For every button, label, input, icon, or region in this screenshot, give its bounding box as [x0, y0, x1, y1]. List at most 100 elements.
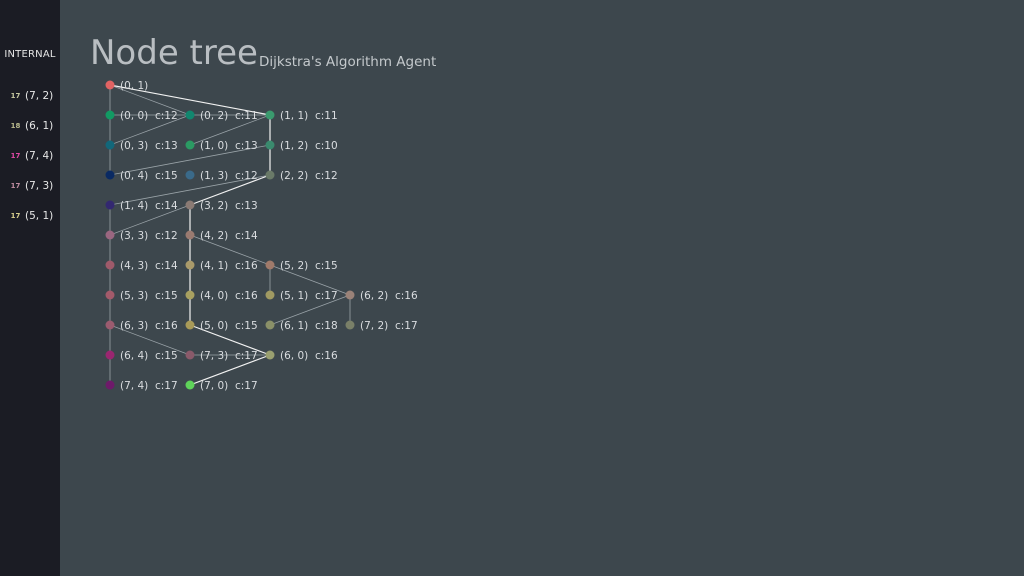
tree-node[interactable]: (6, 2) c:16 [345, 290, 418, 302]
node-label: (7, 2) [360, 320, 388, 332]
node-dot [265, 290, 275, 300]
sidebar-item-4[interactable]: 17 (5, 1) [10, 208, 54, 224]
node-dot [105, 260, 115, 270]
tree-node[interactable]: (0, 0) c:12 [105, 110, 178, 122]
tree-node[interactable]: (0, 4) c:15 [105, 170, 178, 182]
agent-icon: 17 [10, 152, 21, 160]
node-label: (1, 0) [200, 140, 228, 152]
node-cost: c:17 [395, 320, 418, 332]
node-dot [265, 110, 275, 120]
node-label: (0, 3) [120, 140, 148, 152]
tree-node[interactable]: (0, 2) c:11 [185, 110, 258, 122]
tree-node[interactable]: (4, 0) c:16 [185, 290, 258, 302]
tree-node[interactable]: (4, 1) c:16 [185, 260, 258, 272]
tree-node[interactable]: (0, 3) c:13 [105, 140, 178, 152]
tree-node[interactable]: (0, 1) [105, 80, 149, 92]
node-label: (4, 0) [200, 290, 228, 302]
tree-node[interactable]: (1, 4) c:14 [105, 200, 178, 212]
node-label: (6, 2) [360, 290, 388, 302]
sidebar-item-3[interactable]: 17 (7, 3) [10, 178, 54, 194]
node-label: (5, 0) [200, 320, 228, 332]
tree-node[interactable]: (6, 4) c:15 [105, 350, 178, 362]
tree-node[interactable]: (4, 3) c:14 [105, 260, 178, 272]
tree-node[interactable]: (1, 3) c:12 [185, 170, 258, 182]
node-cost: c:16 [155, 320, 178, 332]
sidebar-item-0[interactable]: 17 (7, 2) [10, 88, 54, 104]
sidebar-item-1[interactable]: 18 (6, 1) [10, 118, 54, 134]
node-cost: c:17 [235, 380, 258, 392]
node-dot [105, 230, 115, 240]
tree-node[interactable]: (7, 3) c:17 [185, 350, 258, 362]
node-dot [185, 380, 195, 390]
node-label: (7, 3) [200, 350, 228, 362]
node-label: (0, 1) [120, 80, 148, 92]
tree-node[interactable]: (5, 0) c:15 [185, 320, 258, 332]
agent-icon: 18 [10, 122, 21, 130]
node-cost: c:16 [235, 290, 258, 302]
node-cost: c:12 [155, 230, 178, 242]
node-dot [185, 290, 195, 300]
node-dot [105, 170, 115, 180]
tree-node[interactable]: (1, 0) c:13 [185, 140, 258, 152]
sidebar-item-label: (5, 1) [25, 210, 54, 222]
tree-node[interactable]: (3, 2) c:13 [185, 200, 258, 212]
node-cost: c:14 [235, 230, 258, 242]
sidebar-item-2[interactable]: 17 (7, 4) [10, 148, 54, 164]
node-cost: c:13 [235, 140, 258, 152]
node-dot [185, 200, 195, 210]
tree-node[interactable]: (1, 1) c:11 [265, 110, 338, 122]
node-label: (0, 0) [120, 110, 148, 122]
node-cost: c:16 [235, 260, 258, 272]
tree-node[interactable]: (4, 2) c:14 [185, 230, 258, 242]
tree-node[interactable]: (7, 2) c:17 [345, 320, 418, 332]
node-label: (5, 3) [120, 290, 148, 302]
tree-node[interactable]: (3, 3) c:12 [105, 230, 178, 242]
node-cost: c:15 [155, 170, 178, 182]
node-label: (2, 2) [280, 170, 308, 182]
node-cost: c:14 [155, 200, 178, 212]
node-dot [265, 320, 275, 330]
node-label: (1, 1) [280, 110, 308, 122]
node-cost: c:15 [235, 320, 258, 332]
sidebar: INTERNAL 17 (7, 2) 18 (6, 1) 17 (7, 4) 17 (7, 3… [0, 0, 60, 576]
tree-node[interactable]: (5, 3) c:15 [105, 290, 178, 302]
node-cost: c:18 [315, 320, 338, 332]
node-dot [105, 320, 115, 330]
node-cost: c:13 [235, 200, 258, 212]
node-label: (4, 2) [200, 230, 228, 242]
node-dot [105, 380, 115, 390]
node-dot [345, 290, 355, 300]
node-dot [185, 170, 195, 180]
node-cost: c:12 [315, 170, 338, 182]
sidebar-item-label: (7, 3) [25, 180, 54, 192]
node-dot [185, 110, 195, 120]
node-cost: c:11 [235, 110, 258, 122]
node-dot [105, 140, 115, 150]
node-dot [105, 350, 115, 360]
sidebar-title: INTERNAL [4, 49, 56, 60]
agent-icon: 17 [10, 212, 21, 220]
node-label: (5, 2) [280, 260, 308, 272]
node-dot [105, 80, 115, 90]
tree-node[interactable]: (5, 1) c:17 [265, 290, 338, 302]
node-dot [105, 110, 115, 120]
node-label: (0, 4) [120, 170, 148, 182]
node-cost: c:16 [315, 350, 338, 362]
node-cost: c:12 [235, 170, 258, 182]
node-label: (1, 3) [200, 170, 228, 182]
node-label: (7, 0) [200, 380, 228, 392]
tree-node[interactable]: (7, 4) c:17 [105, 380, 178, 392]
node-dot [185, 140, 195, 150]
node-dot [265, 350, 275, 360]
node-dot [185, 260, 195, 270]
tree-node[interactable]: (1, 2) c:10 [265, 140, 338, 152]
tree-node[interactable]: (6, 3) c:16 [105, 320, 178, 332]
node-label: (1, 2) [280, 140, 308, 152]
tree-node[interactable]: (2, 2) c:12 [265, 170, 338, 182]
tree-node[interactable]: (6, 1) c:18 [265, 320, 338, 332]
tree-node[interactable]: (7, 0) c:17 [185, 380, 258, 392]
node-cost: c:11 [315, 110, 338, 122]
node-dot [105, 200, 115, 210]
tree-node[interactable]: (6, 0) c:16 [265, 350, 338, 362]
tree-node[interactable]: (5, 2) c:15 [265, 260, 338, 272]
